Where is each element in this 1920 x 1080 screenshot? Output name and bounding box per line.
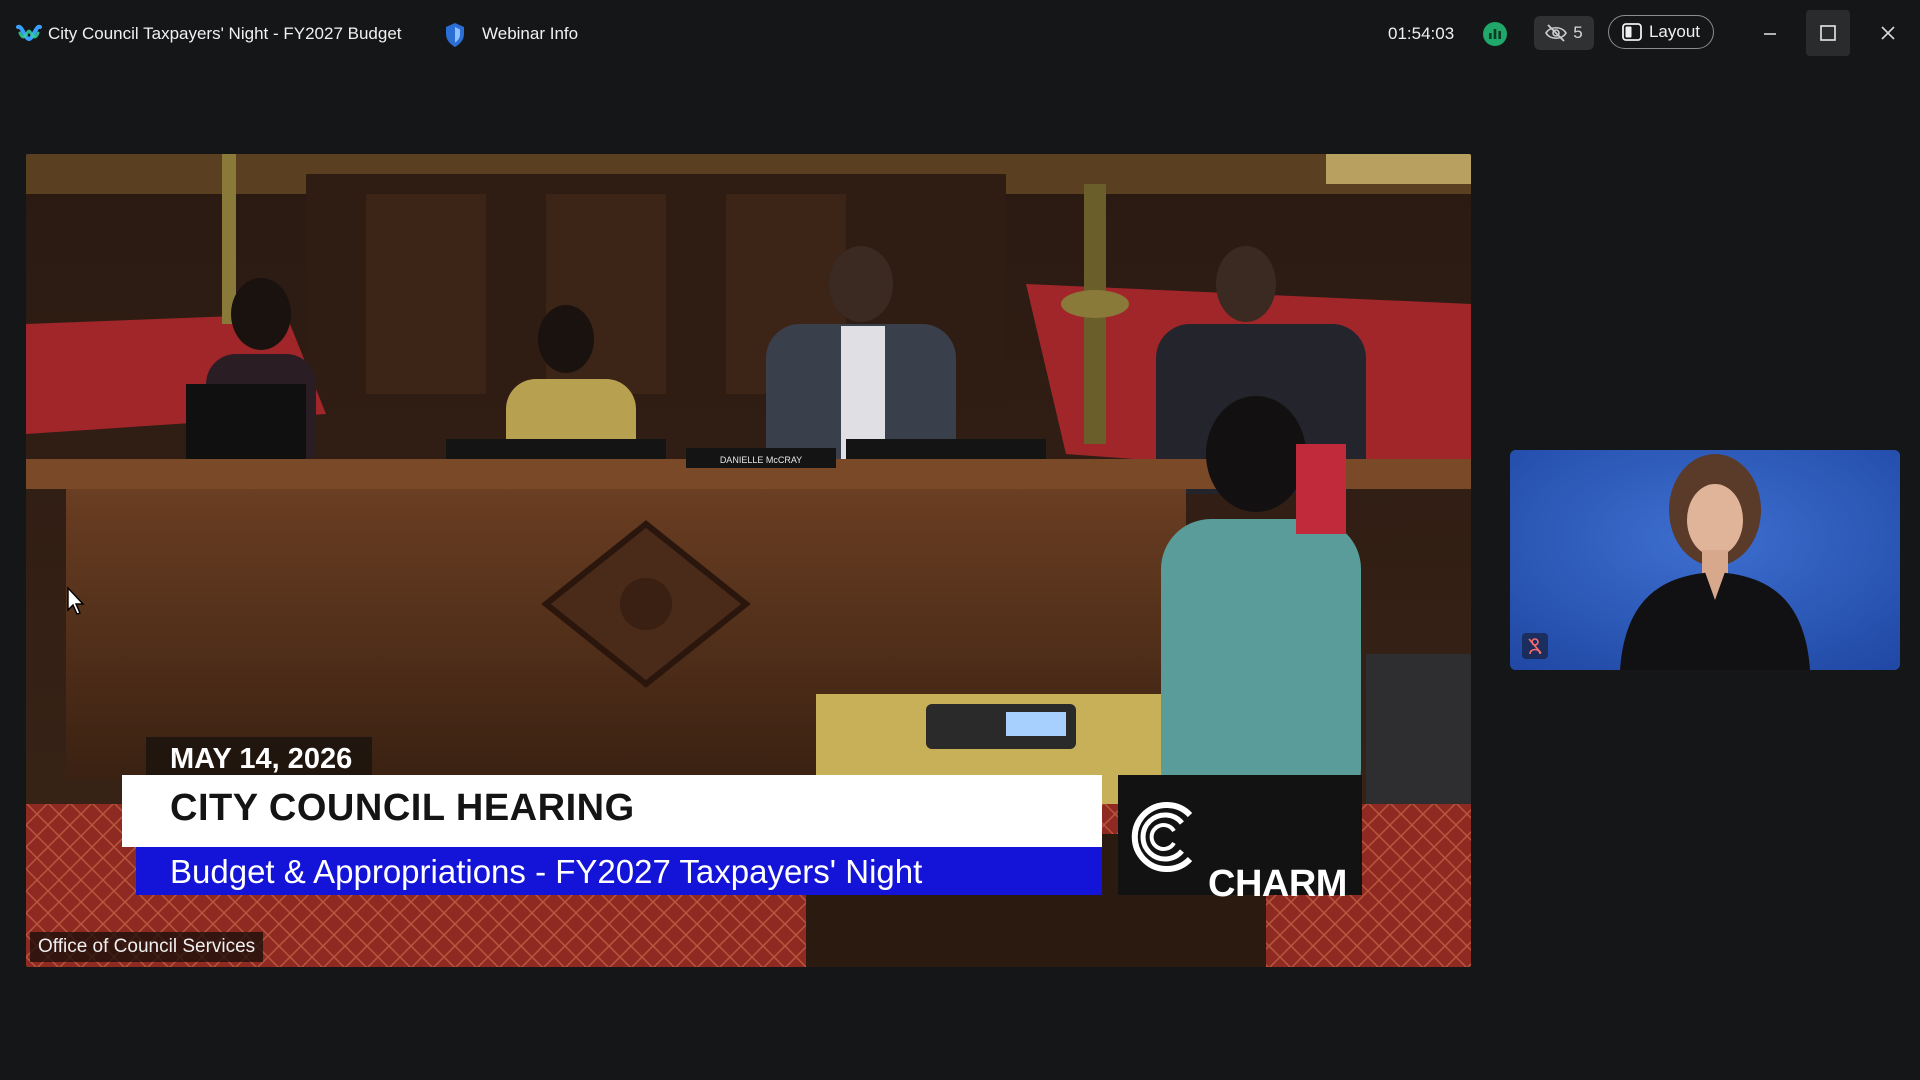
- webex-logo-icon: [16, 24, 42, 42]
- hearing-subtitle: Budget & Appropriations - FY2027 Taxpaye…: [170, 853, 923, 890]
- hearing-subtitle-bar: Budget & Appropriations - FY2027 Taxpaye…: [136, 847, 1102, 895]
- audio-level-icon[interactable]: [1482, 21, 1508, 47]
- minimize-button[interactable]: [1748, 10, 1792, 56]
- main-video-stream[interactable]: DANIELLE McCRAY MAY 14, 2026 CITY COUNCI…: [26, 154, 1471, 967]
- hearing-title-bar: CITY COUNCIL HEARING: [122, 775, 1102, 847]
- maximize-button[interactable]: [1806, 10, 1850, 56]
- layout-button[interactable]: Layout: [1608, 15, 1714, 49]
- meeting-title: City Council Taxpayers' Night - FY2027 B…: [48, 24, 402, 43]
- interpreter-video-stream[interactable]: [1510, 450, 1900, 670]
- video-source-label: Office of Council Services: [30, 932, 264, 962]
- nameplate: DANIELLE McCRAY: [720, 455, 802, 465]
- charm-tv-logo: CHARM TV: [1118, 775, 1362, 903]
- maximize-icon: [1820, 25, 1836, 41]
- meeting-timer: 01:54:03: [1388, 24, 1455, 43]
- close-button[interactable]: [1866, 10, 1910, 56]
- shield-icon[interactable]: [444, 22, 466, 48]
- layout-label: Layout: [1648, 22, 1701, 41]
- title-bar: City Council Taxpayers' Night - FY2027 B…: [0, 0, 1920, 70]
- hidden-participants-count: 5: [1573, 23, 1583, 42]
- close-icon: [1881, 26, 1895, 40]
- sign-language-icon[interactable]: [1522, 633, 1548, 659]
- layout-icon: [1622, 23, 1642, 41]
- charm-tv-mark-icon: [1131, 802, 1193, 872]
- hearing-title: CITY COUNCIL HEARING: [170, 787, 635, 829]
- hidden-participants-button[interactable]: 5: [1534, 16, 1594, 50]
- interpreter-video-frame: [1510, 450, 1900, 670]
- minimize-icon: [1764, 33, 1776, 35]
- eye-off-icon: [1545, 24, 1568, 42]
- webinar-info-link[interactable]: Webinar Info: [482, 24, 578, 44]
- mouse-cursor-icon: [67, 586, 85, 615]
- brand-line-1: CHARM: [1208, 863, 1347, 905]
